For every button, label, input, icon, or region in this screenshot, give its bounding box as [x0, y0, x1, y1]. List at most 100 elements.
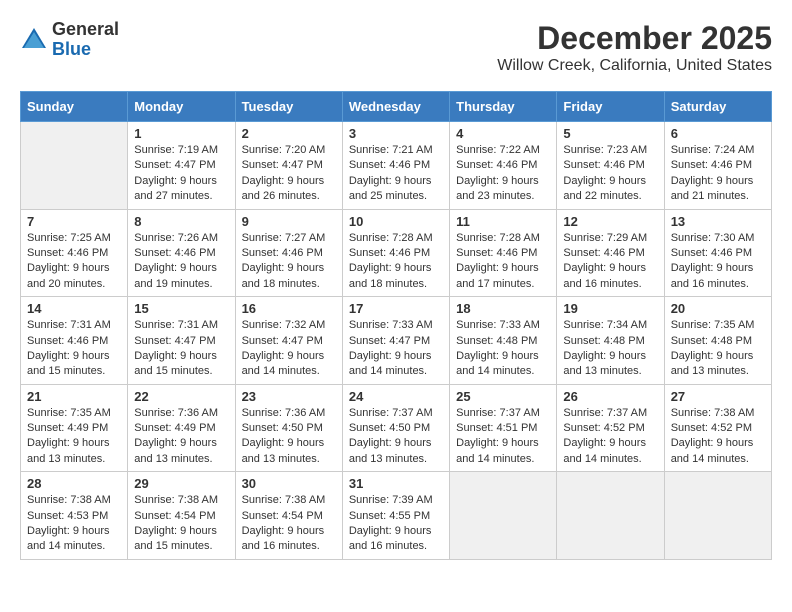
- day-number: 5: [563, 126, 657, 141]
- calendar-cell: 23Sunrise: 7:36 AMSunset: 4:50 PMDayligh…: [235, 384, 342, 472]
- calendar-cell: 27 Sunrise: 7:38 AMSunset: 4:52 PMDayligh…: [664, 384, 771, 472]
- header-day-friday: Friday: [557, 92, 664, 122]
- calendar-body: 1 Sunrise: 7:19 AMSunset: 4:47 PMDaylight…: [21, 122, 772, 560]
- day-info: Sunrise: 7:22 AMSunset: 4:46 PMDaylight:…: [456, 143, 550, 205]
- day-info: Sunrise: 7:39 AMSunset: 4:55 PMDaylight:…: [349, 493, 443, 555]
- day-number: 25: [456, 389, 550, 404]
- calendar-cell: [450, 472, 557, 560]
- calendar-cell: 1 Sunrise: 7:19 AMSunset: 4:47 PMDaylight…: [128, 122, 235, 210]
- calendar-cell: 4 Sunrise: 7:22 AMSunset: 4:46 PMDaylight…: [450, 122, 557, 210]
- calendar-cell: 9Sunrise: 7:27 AMSunset: 4:46 PMDaylight…: [235, 209, 342, 297]
- page-header: General Blue December 2025 Willow Creek,…: [20, 20, 772, 75]
- day-info: Sunrise: 7:30 AMSunset: 4:46 PMDaylight:…: [671, 231, 765, 293]
- day-info: Sunrise: 7:23 AMSunset: 4:46 PMDaylight:…: [563, 143, 657, 205]
- day-info: Sunrise: 7:32 AMSunset: 4:47 PMDaylight:…: [242, 318, 336, 380]
- day-number: 6: [671, 126, 765, 141]
- day-info: Sunrise: 7:31 AMSunset: 4:47 PMDaylight:…: [134, 318, 228, 380]
- location-title: Willow Creek, California, United States: [497, 57, 772, 75]
- day-number: 29: [134, 476, 228, 491]
- header-day-monday: Monday: [128, 92, 235, 122]
- day-info: Sunrise: 7:36 AMSunset: 4:49 PMDaylight:…: [134, 406, 228, 468]
- calendar-cell: 30 Sunrise: 7:38 AMSunset: 4:54 PMDayligh…: [235, 472, 342, 560]
- calendar-cell: [664, 472, 771, 560]
- day-info: Sunrise: 7:24 AMSunset: 4:46 PMDaylight:…: [671, 143, 765, 205]
- header-day-tuesday: Tuesday: [235, 92, 342, 122]
- day-number: 27: [671, 389, 765, 404]
- calendar-cell: [21, 122, 128, 210]
- day-number: 13: [671, 214, 765, 229]
- day-info: Sunrise: 7:31 AMSunset: 4:46 PMDaylight:…: [27, 318, 121, 380]
- week-row-3: 14 Sunrise: 7:31 AMSunset: 4:46 PMDayligh…: [21, 297, 772, 385]
- calendar-cell: 17 Sunrise: 7:33 AMSunset: 4:47 PMDayligh…: [342, 297, 449, 385]
- day-info: Sunrise: 7:34 AMSunset: 4:48 PMDaylight:…: [563, 318, 657, 380]
- day-number: 11: [456, 214, 550, 229]
- calendar-cell: 22 Sunrise: 7:36 AMSunset: 4:49 PMDayligh…: [128, 384, 235, 472]
- logo-icon: [20, 26, 48, 54]
- calendar-cell: 7 Sunrise: 7:25 AMSunset: 4:46 PMDaylight…: [21, 209, 128, 297]
- day-number: 28: [27, 476, 121, 491]
- week-row-4: 21Sunrise: 7:35 AMSunset: 4:49 PMDayligh…: [21, 384, 772, 472]
- calendar-cell: 13 Sunrise: 7:30 AMSunset: 4:46 PMDayligh…: [664, 209, 771, 297]
- calendar-cell: 15 Sunrise: 7:31 AMSunset: 4:47 PMDayligh…: [128, 297, 235, 385]
- day-info: Sunrise: 7:37 AMSunset: 4:51 PMDaylight:…: [456, 406, 550, 468]
- day-number: 17: [349, 301, 443, 316]
- day-number: 24: [349, 389, 443, 404]
- day-info: Sunrise: 7:20 AMSunset: 4:47 PMDaylight:…: [242, 143, 336, 205]
- day-info: Sunrise: 7:26 AMSunset: 4:46 PMDaylight:…: [134, 231, 228, 293]
- calendar-cell: 2Sunrise: 7:20 AMSunset: 4:47 PMDaylight…: [235, 122, 342, 210]
- calendar-cell: 8 Sunrise: 7:26 AMSunset: 4:46 PMDaylight…: [128, 209, 235, 297]
- week-row-5: 28Sunrise: 7:38 AMSunset: 4:53 PMDayligh…: [21, 472, 772, 560]
- calendar-cell: 19Sunrise: 7:34 AMSunset: 4:48 PMDayligh…: [557, 297, 664, 385]
- calendar-cell: 21Sunrise: 7:35 AMSunset: 4:49 PMDayligh…: [21, 384, 128, 472]
- day-info: Sunrise: 7:36 AMSunset: 4:50 PMDaylight:…: [242, 406, 336, 468]
- day-number: 22: [134, 389, 228, 404]
- day-info: Sunrise: 7:28 AMSunset: 4:46 PMDaylight:…: [456, 231, 550, 293]
- header-day-saturday: Saturday: [664, 92, 771, 122]
- title-block: December 2025 Willow Creek, California, …: [497, 20, 772, 75]
- calendar-cell: 5 Sunrise: 7:23 AMSunset: 4:46 PMDaylight…: [557, 122, 664, 210]
- week-row-2: 7 Sunrise: 7:25 AMSunset: 4:46 PMDaylight…: [21, 209, 772, 297]
- day-number: 10: [349, 214, 443, 229]
- day-number: 4: [456, 126, 550, 141]
- day-info: Sunrise: 7:35 AMSunset: 4:49 PMDaylight:…: [27, 406, 121, 468]
- calendar-cell: 16 Sunrise: 7:32 AMSunset: 4:47 PMDayligh…: [235, 297, 342, 385]
- calendar-cell: [557, 472, 664, 560]
- day-number: 30: [242, 476, 336, 491]
- day-number: 15: [134, 301, 228, 316]
- day-info: Sunrise: 7:19 AMSunset: 4:47 PMDaylight:…: [134, 143, 228, 205]
- calendar-cell: 6 Sunrise: 7:24 AMSunset: 4:46 PMDaylight…: [664, 122, 771, 210]
- day-info: Sunrise: 7:37 AMSunset: 4:52 PMDaylight:…: [563, 406, 657, 468]
- logo-general-text: General: [52, 20, 119, 40]
- day-info: Sunrise: 7:29 AMSunset: 4:46 PMDaylight:…: [563, 231, 657, 293]
- day-number: 18: [456, 301, 550, 316]
- day-number: 16: [242, 301, 336, 316]
- calendar-cell: 12 Sunrise: 7:29 AMSunset: 4:46 PMDayligh…: [557, 209, 664, 297]
- logo: General Blue: [20, 20, 119, 60]
- calendar-cell: 18Sunrise: 7:33 AMSunset: 4:48 PMDayligh…: [450, 297, 557, 385]
- day-info: Sunrise: 7:27 AMSunset: 4:46 PMDaylight:…: [242, 231, 336, 293]
- day-info: Sunrise: 7:38 AMSunset: 4:54 PMDaylight:…: [134, 493, 228, 555]
- day-info: Sunrise: 7:25 AMSunset: 4:46 PMDaylight:…: [27, 231, 121, 293]
- day-number: 14: [27, 301, 121, 316]
- logo-text: General Blue: [52, 20, 119, 60]
- header-day-sunday: Sunday: [21, 92, 128, 122]
- day-number: 7: [27, 214, 121, 229]
- calendar-cell: 25 Sunrise: 7:37 AMSunset: 4:51 PMDayligh…: [450, 384, 557, 472]
- header-day-thursday: Thursday: [450, 92, 557, 122]
- day-number: 31: [349, 476, 443, 491]
- day-number: 1: [134, 126, 228, 141]
- day-number: 12: [563, 214, 657, 229]
- day-info: Sunrise: 7:28 AMSunset: 4:46 PMDaylight:…: [349, 231, 443, 293]
- header-day-wednesday: Wednesday: [342, 92, 449, 122]
- calendar-cell: 14 Sunrise: 7:31 AMSunset: 4:46 PMDayligh…: [21, 297, 128, 385]
- calendar-cell: 20Sunrise: 7:35 AMSunset: 4:48 PMDayligh…: [664, 297, 771, 385]
- calendar-cell: 28Sunrise: 7:38 AMSunset: 4:53 PMDayligh…: [21, 472, 128, 560]
- day-number: 26: [563, 389, 657, 404]
- day-info: Sunrise: 7:33 AMSunset: 4:47 PMDaylight:…: [349, 318, 443, 380]
- day-info: Sunrise: 7:38 AMSunset: 4:52 PMDaylight:…: [671, 406, 765, 468]
- calendar-cell: 3Sunrise: 7:21 AMSunset: 4:46 PMDaylight…: [342, 122, 449, 210]
- day-number: 3: [349, 126, 443, 141]
- day-info: Sunrise: 7:38 AMSunset: 4:54 PMDaylight:…: [242, 493, 336, 555]
- calendar-cell: 10 Sunrise: 7:28 AMSunset: 4:46 PMDayligh…: [342, 209, 449, 297]
- day-number: 8: [134, 214, 228, 229]
